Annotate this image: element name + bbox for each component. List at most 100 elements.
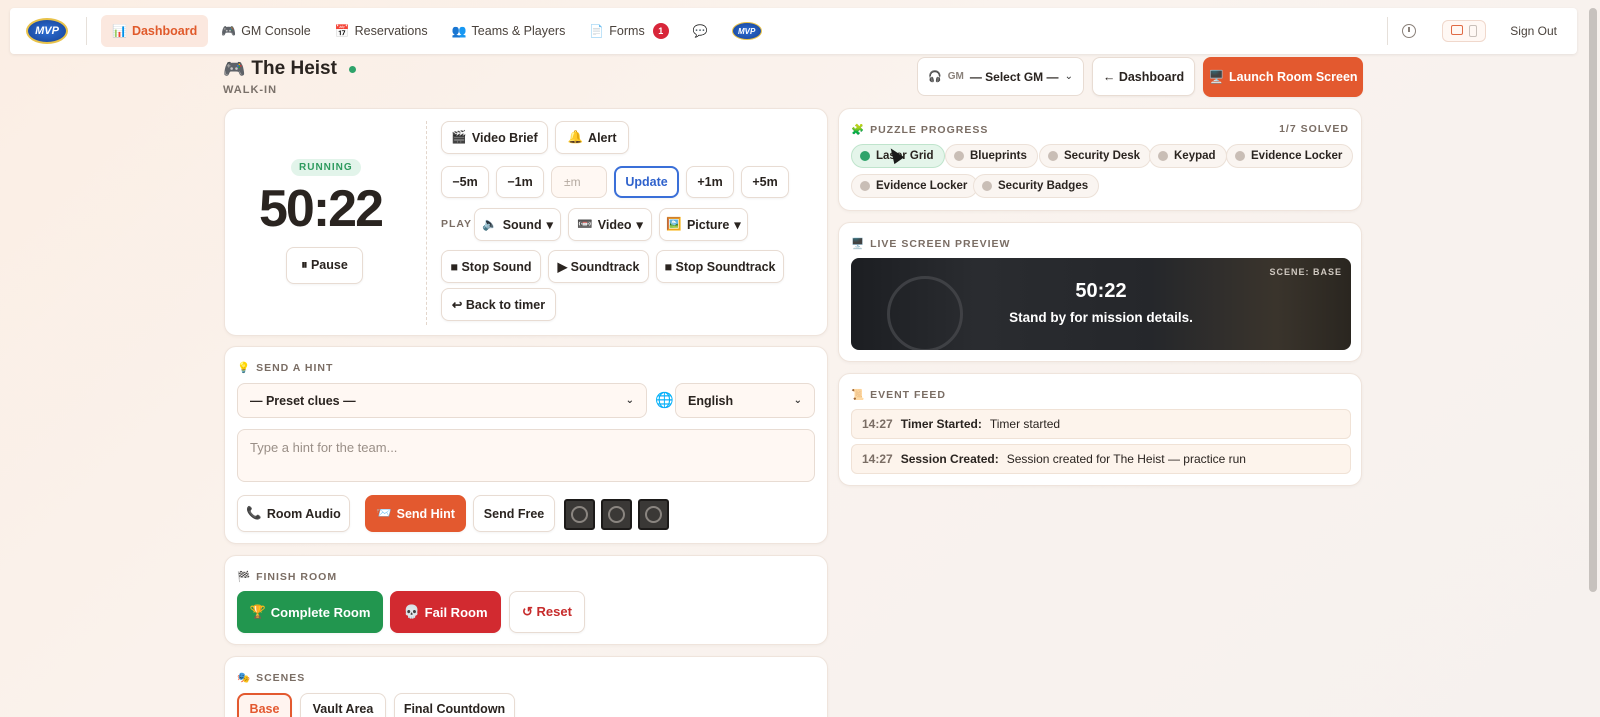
soundtrack-button[interactable]: ▶ Soundtrack [548, 250, 649, 283]
pause-button[interactable]: ⏸ Pause [286, 247, 363, 284]
send-free-button[interactable]: Send Free [473, 495, 555, 532]
puzzle-label: Security Desk [1064, 150, 1141, 162]
card-title: 🎭 SCENES [237, 671, 305, 685]
send-hint-button[interactable]: 📨 Send Hint [365, 495, 466, 532]
video-dropdown[interactable]: 📼 Video ▾ [568, 208, 652, 241]
caret-down-icon: ▾ [546, 218, 553, 232]
gamepad-icon: 🎮 [223, 58, 246, 79]
status-dot [860, 151, 870, 161]
monitor-icon: 🖥️ [1208, 69, 1225, 84]
puzzle-chip-blueprints[interactable]: Blueprints [945, 144, 1038, 168]
button-label: Complete Room [270, 604, 371, 620]
puzzle-chip-keypad[interactable]: Keypad [1149, 144, 1227, 168]
bell-icon: 🔔 [567, 130, 584, 144]
top-nav: MVP 📊 Dashboard 🎮 GM Console 📅 Reservati… [10, 8, 1577, 54]
clock-icon[interactable] [1402, 24, 1417, 38]
picture-dropdown[interactable]: 🖼️ Picture ▾ [659, 208, 748, 241]
puzzle-chip-security-badges[interactable]: Security Badges [973, 174, 1100, 198]
envelope-icon: 📨 [376, 506, 392, 520]
minus-5m-button[interactable]: −5m [441, 166, 489, 198]
device-toggle[interactable] [1442, 20, 1487, 42]
button-label: Sound [502, 217, 542, 232]
button-label: Picture [686, 217, 730, 232]
sign-out-link[interactable]: Sign Out [1510, 24, 1557, 38]
chart-icon: 📊 [112, 24, 127, 38]
button-label: Fail Room [424, 604, 488, 620]
room-audio-button[interactable]: 📞 Room Audio [237, 495, 350, 532]
page-scrollbar[interactable] [1589, 8, 1597, 592]
time-adjust-input[interactable]: ±m [551, 166, 607, 198]
nav-mvp-logo[interactable]: MVP [721, 15, 773, 47]
sound-dropdown[interactable]: 🔈 Sound ▾ [474, 208, 561, 241]
clapper-icon: 🎬 [451, 130, 467, 144]
feed-time: 14:27 [862, 417, 893, 431]
logo[interactable]: MVP [26, 18, 68, 44]
language-select[interactable]: English ⌄ [675, 383, 815, 418]
launch-room-screen-button[interactable]: 🖥️ Launch Room Screen [1203, 57, 1363, 97]
hint-image-thumbnail[interactable] [638, 499, 669, 530]
scroll-icon: 📜 [851, 389, 866, 401]
status-dot [348, 65, 356, 73]
back-to-timer-button[interactable]: ↩ Back to timer [441, 288, 556, 321]
hint-textarea[interactable]: Type a hint for the team... [237, 429, 815, 482]
hint-image-thumbnail[interactable] [601, 499, 632, 530]
phone-icon: 📞 [246, 506, 262, 520]
monitor-icon[interactable] [1451, 25, 1464, 35]
reset-button[interactable]: ↺ Reset [509, 591, 585, 633]
nav-gm-console[interactable]: 🎮 GM Console [210, 15, 321, 47]
nav-chat[interactable]: 💬 [682, 15, 719, 47]
feed-text: Session created for The Heist — practice… [1006, 452, 1246, 466]
headset-icon: 🎧 [928, 71, 942, 83]
timer-card: RUNNING 50:22 ⏸ Pause 🎬 Video Brief 🔔 Al… [224, 108, 828, 336]
card-title-label: LIVE SCREEN PREVIEW [870, 237, 1011, 250]
nav-teams-players[interactable]: 👥 Teams & Players [441, 15, 577, 47]
feed-time: 14:27 [862, 452, 893, 466]
puzzle-label: Laser Grid [876, 150, 934, 162]
minus-1m-button[interactable]: −1m [496, 166, 544, 198]
plus-1m-button[interactable]: +1m [686, 166, 734, 198]
preset-clues-select[interactable]: — Preset clues — ⌄ [237, 383, 647, 418]
puzzle-label: Security Badges [998, 180, 1089, 192]
puzzle-chip-evidence-locker[interactable]: Evidence Locker [1226, 144, 1354, 168]
feed-type: Timer Started: [900, 417, 982, 431]
stop-sound-button[interactable]: ■ Stop Sound [441, 250, 541, 283]
puzzle-label: Evidence Locker [876, 180, 968, 192]
card-title-label: SEND A HINT [256, 361, 334, 374]
scene-vault-area-button[interactable]: Vault Area [300, 693, 386, 717]
calendar-icon: 📅 [334, 24, 350, 38]
card-title: 🖥️ LIVE SCREEN PREVIEW [851, 237, 1011, 251]
scene-base-button[interactable]: Base [237, 693, 292, 717]
play-label: PLAY [441, 218, 473, 230]
nav-forms[interactable]: 📄 Forms 1 [578, 15, 679, 47]
chat-icon: 💬 [692, 24, 708, 38]
trophy-icon: 🏆 [249, 604, 266, 619]
stop-soundtrack-button[interactable]: ■ Stop Soundtrack [656, 250, 784, 283]
nav-dashboard[interactable]: 📊 Dashboard [101, 15, 209, 47]
video-brief-button[interactable]: 🎬 Video Brief [441, 121, 548, 154]
puzzle-chip-security-desk[interactable]: Security Desk [1039, 144, 1152, 168]
checkered-flag-icon: 🏁 [237, 571, 252, 583]
card-title-label: FINISH ROOM [256, 570, 338, 583]
document-icon: 📄 [589, 24, 605, 38]
scene-final-countdown-button[interactable]: Final Countdown [394, 693, 515, 717]
hint-image-thumbnail[interactable] [564, 499, 595, 530]
phone-icon[interactable] [1469, 25, 1478, 37]
timer-display: RUNNING 50:22 ⏸ Pause [225, 109, 425, 335]
fail-room-button[interactable]: 💀 Fail Room [390, 591, 501, 633]
gm-label: GM [947, 71, 964, 82]
card-title-label: EVENT FEED [870, 388, 947, 401]
button-label: Room Audio [266, 506, 341, 521]
feed-type: Session Created: [900, 452, 999, 466]
puzzle-chip-evidence-locker[interactable]: Evidence Locker [851, 174, 979, 198]
back-to-dashboard-button[interactable]: ← Dashboard [1092, 57, 1195, 96]
update-button[interactable]: Update [614, 166, 679, 198]
button-label: Alert [588, 130, 617, 145]
gamepad-icon: 🎮 [221, 24, 237, 38]
plus-5m-button[interactable]: +5m [741, 166, 789, 198]
nav-reservations[interactable]: 📅 Reservations [324, 15, 439, 47]
alert-button[interactable]: 🔔 Alert [555, 121, 629, 154]
gm-select[interactable]: 🎧 GM — Select GM — ⌄ [917, 57, 1084, 96]
complete-room-button[interactable]: 🏆 Complete Room [237, 591, 383, 633]
people-icon: 👥 [451, 24, 467, 38]
skull-icon: 💀 [403, 604, 420, 619]
